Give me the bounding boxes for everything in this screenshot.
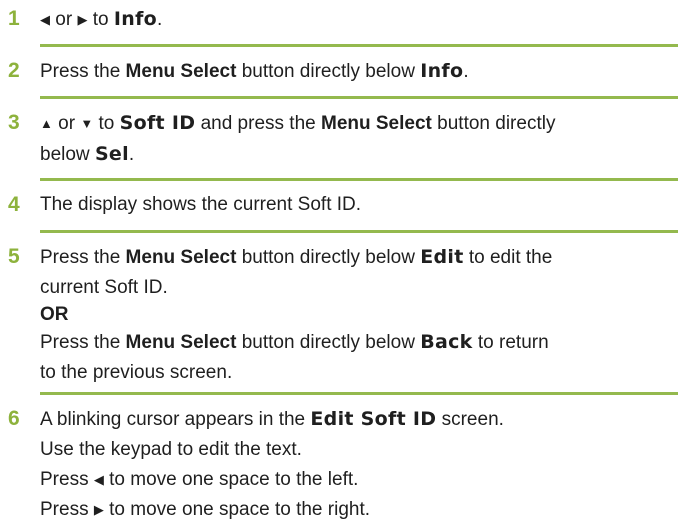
step-number: 1 — [8, 7, 20, 30]
display-menu-info: Info — [113, 8, 158, 30]
step-number: 5 — [8, 245, 20, 268]
step-number: 3 — [8, 111, 20, 134]
display-menu-back: Back — [420, 331, 473, 353]
menu-select-label: Menu Select — [125, 247, 237, 268]
menu-select-label: Menu Select — [321, 113, 432, 134]
menu-select-label: Menu Select — [125, 332, 237, 353]
step-text: ◀ or ▶ to Info. — [40, 4, 672, 35]
step-number: 4 — [8, 193, 20, 216]
left-arrow-icon: ◀ — [93, 472, 104, 487]
step-text: Press the Menu Select button directly be… — [40, 60, 469, 82]
display-screen-edit-soft-id: Edit Soft ID — [310, 408, 437, 430]
step-number: 2 — [8, 59, 20, 82]
menu-select-label: Menu Select — [125, 61, 237, 82]
divider — [40, 392, 678, 395]
instruction-page: 1 ◀ or ▶ to Info. 2 Press the Menu Selec… — [0, 0, 678, 521]
display-menu-soft-id: Soft ID — [119, 112, 196, 134]
up-arrow-icon: ▲ — [40, 116, 53, 131]
step-number: 6 — [8, 407, 20, 430]
step-text: A blinking cursor appears in the Edit So… — [40, 404, 672, 525]
divider — [40, 44, 678, 47]
left-arrow-icon: ◀ — [40, 12, 50, 27]
divider — [40, 96, 678, 99]
display-menu-sel: Sel — [94, 143, 129, 165]
or-label: OR — [40, 304, 69, 325]
display-menu-edit: Edit — [420, 246, 464, 268]
display-menu-info: Info — [420, 60, 464, 82]
right-arrow-icon: ▶ — [77, 12, 88, 27]
down-arrow-icon: ▼ — [80, 116, 94, 131]
divider — [40, 178, 678, 181]
step-text: Press the Menu Select button directly be… — [40, 246, 553, 383]
step-text: The display shows the current Soft ID. — [40, 194, 362, 215]
step-text: ▲ or ▼ to Soft ID and press the Menu Sel… — [40, 108, 672, 170]
divider — [40, 230, 678, 233]
